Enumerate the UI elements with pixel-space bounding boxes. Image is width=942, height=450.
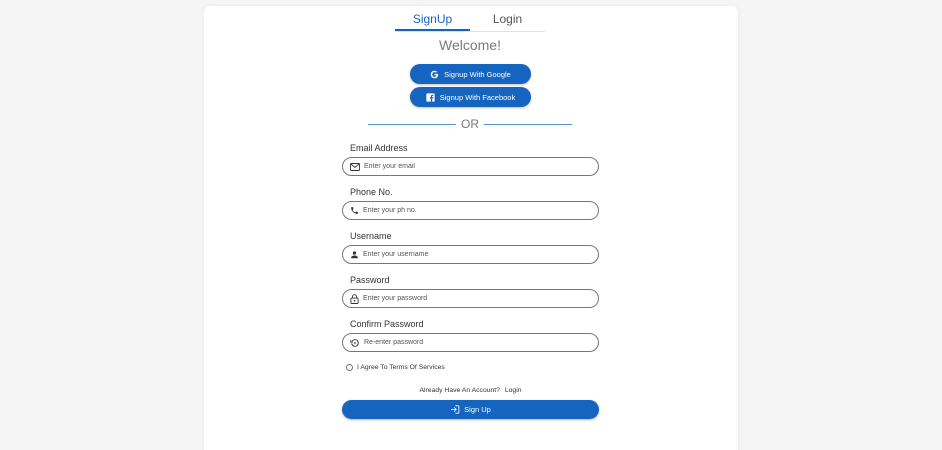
google-icon bbox=[430, 70, 439, 78]
welcome-heading: Welcome! bbox=[439, 37, 501, 53]
password-label: Password bbox=[350, 275, 390, 285]
phone-icon bbox=[351, 207, 358, 214]
username-input[interactable] bbox=[363, 251, 583, 258]
email-field[interactable] bbox=[342, 157, 599, 176]
signup-google-button[interactable]: Signup With Google bbox=[410, 64, 531, 84]
phone-label: Phone No. bbox=[350, 187, 393, 197]
email-input[interactable] bbox=[364, 163, 584, 170]
terms-agreement[interactable]: I Agree To Terms Of Services bbox=[346, 364, 445, 371]
login-link[interactable]: Login bbox=[505, 387, 522, 394]
facebook-icon bbox=[426, 92, 435, 102]
signup-submit-button[interactable]: Sign Up bbox=[342, 400, 599, 419]
facebook-button-label: Signup With Facebook bbox=[439, 92, 516, 102]
confirm-password-label: Confirm Password bbox=[350, 319, 424, 329]
or-divider: OR bbox=[368, 116, 572, 132]
person-icon bbox=[351, 251, 358, 259]
username-field[interactable] bbox=[342, 245, 599, 264]
confirm-password-input[interactable] bbox=[364, 339, 584, 346]
phone-field[interactable] bbox=[342, 201, 599, 220]
auth-tabs: SignUp Login bbox=[395, 8, 545, 32]
confirm-password-field[interactable] bbox=[342, 333, 599, 352]
divider-text: OR bbox=[461, 117, 479, 131]
email-label: Email Address bbox=[350, 143, 408, 153]
terms-radio[interactable] bbox=[346, 364, 353, 371]
divider-line-right bbox=[484, 123, 572, 125]
lock-icon bbox=[350, 293, 359, 304]
divider-line-left bbox=[368, 123, 456, 125]
username-label: Username bbox=[350, 231, 392, 241]
already-account-text: Already Have An Account? bbox=[419, 387, 500, 394]
login-arrow-icon bbox=[451, 405, 460, 414]
tab-signup[interactable]: SignUp bbox=[395, 8, 470, 31]
password-field[interactable] bbox=[342, 289, 599, 308]
password-input[interactable] bbox=[363, 295, 583, 302]
google-button-label: Signup With Google bbox=[444, 69, 511, 79]
reset-password-icon bbox=[350, 338, 359, 347]
already-account-row: Already Have An Account? Login bbox=[342, 387, 599, 394]
mail-icon bbox=[350, 162, 360, 171]
signup-facebook-button[interactable]: Signup With Facebook bbox=[410, 87, 531, 107]
signup-button-label: Sign Up bbox=[464, 405, 491, 414]
terms-label: I Agree To Terms Of Services bbox=[357, 364, 445, 371]
phone-input[interactable] bbox=[363, 207, 583, 214]
tab-login[interactable]: Login bbox=[470, 8, 545, 31]
